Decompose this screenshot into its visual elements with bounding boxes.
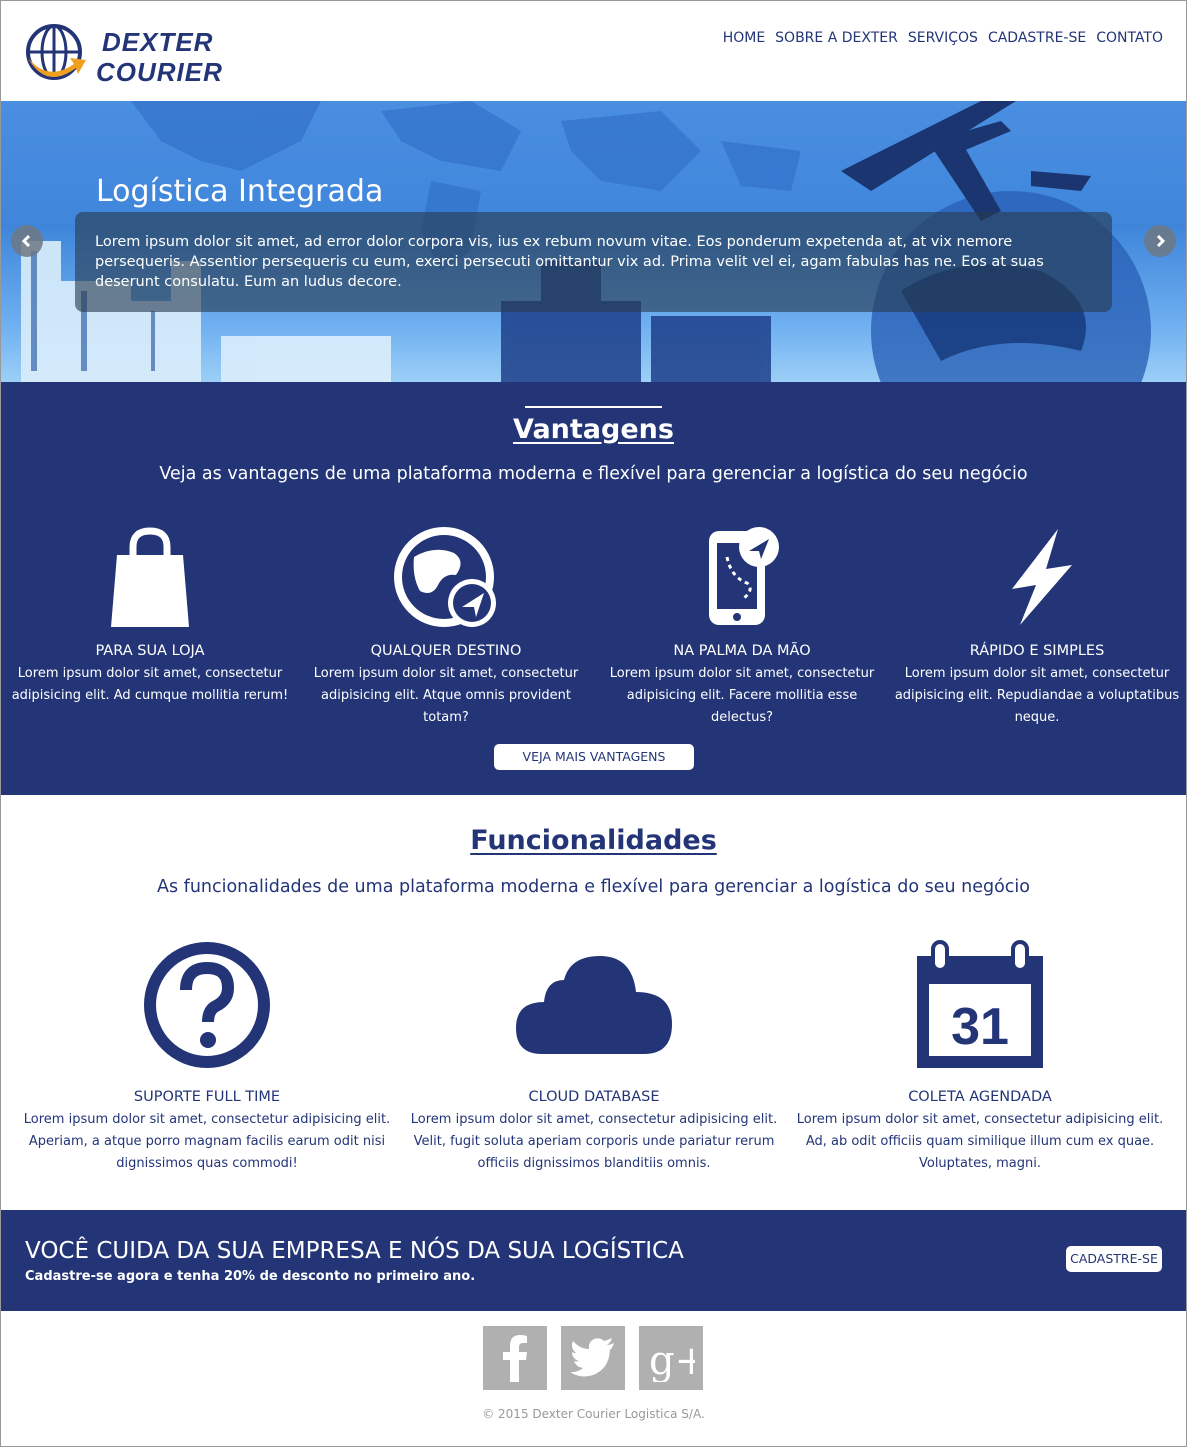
nav-home[interactable]: HOME (723, 28, 765, 48)
vantagens-section: Vantagens Veja as vantagens de uma plata… (1, 382, 1186, 795)
shopping-bag-icon (111, 527, 189, 627)
cta-headline: VOCÊ CUIDA DA SUA EMPRESA E NÓS DA SUA L… (25, 1238, 684, 1264)
calendar-day: 31 (951, 998, 1009, 1056)
google-plus-link[interactable]: g+ (639, 1326, 703, 1390)
veja-mais-vantagens-button[interactable]: VEJA MAIS VANTAGENS (494, 744, 694, 770)
twitter-link[interactable] (561, 1326, 625, 1390)
vantagem-text: Lorem ipsum dolor sit amet, consectetur … (894, 666, 1180, 725)
brand-logo[interactable]: DEXTER COURIER (24, 24, 276, 87)
hero-carousel: Logística Integrada Lorem ipsum dolor si… (1, 101, 1186, 382)
lightning-icon (1012, 529, 1072, 625)
globe-arrow-logo-icon (26, 24, 86, 80)
twitter-icon (571, 1338, 614, 1377)
funcionalidades-section: Funcionalidades As funcionalidades de um… (1, 795, 1186, 1210)
funcionalidade-text: Lorem ipsum dolor sit amet, consectetur … (796, 1112, 1164, 1171)
funcionalidade-item: 31 COLETA AGENDADA Lorem ipsum dolor sit… (795, 940, 1165, 1175)
vantagem-item: RÁPIDO E SIMPLES Lorem ipsum dolor sit a… (892, 527, 1182, 729)
brand-line2: COURIER (96, 57, 223, 87)
hero-caption: Lorem ipsum dolor sit amet, ad error dol… (75, 212, 1112, 312)
funcionalidade-text: Lorem ipsum dolor sit amet, consectetur … (410, 1112, 778, 1171)
nav-cadastre[interactable]: CADASTRE-SE (988, 28, 1086, 48)
svg-text:g+: g+ (649, 1338, 695, 1382)
vantagem-title: QUALQUER DESTINO (370, 643, 522, 659)
phone-route-icon (709, 527, 779, 625)
funcionalidades-title: Funcionalidades (470, 825, 717, 856)
facebook-icon (503, 1335, 527, 1382)
funcionalidades-subtitle: As funcionalidades de uma plataforma mod… (157, 877, 1030, 897)
vantagem-title: RÁPIDO E SIMPLES (969, 643, 1105, 659)
vantagem-title: NA PALMA DA MÃO (673, 643, 811, 659)
question-circle-icon (144, 942, 270, 1068)
vantagens-subtitle: Veja as vantagens de uma plataforma mode… (159, 464, 1028, 484)
nav-contato[interactable]: CONTATO (1096, 28, 1163, 48)
funcionalidade-title: SUPORTE FULL TIME (133, 1089, 281, 1105)
site-footer: g+ © 2015 Dexter Courier Logistica S/A. (1, 1311, 1186, 1446)
vantagens-title: Vantagens (1, 406, 1186, 445)
chevron-right-icon (1156, 234, 1166, 248)
nav-sobre[interactable]: SOBRE A DEXTER (775, 28, 898, 48)
cadastre-se-button[interactable]: CADASTRE-SE (1066, 1246, 1162, 1272)
hero-text: Lorem ipsum dolor sit amet, ad error dol… (95, 234, 1044, 290)
vantagem-text: Lorem ipsum dolor sit amet, consectetur … (609, 666, 875, 725)
globe-navigation-icon (394, 527, 496, 627)
hero-title: Logística Integrada (96, 174, 384, 209)
brand-name: DEXTER COURIER (96, 27, 223, 87)
site-header: DEXTER COURIER HOME SOBRE A DEXTER SERVI… (0, 0, 1187, 101)
cta-banner: VOCÊ CUIDA DA SUA EMPRESA E NÓS DA SUA L… (1, 1210, 1186, 1311)
carousel-prev-button[interactable] (11, 225, 43, 257)
facebook-link[interactable] (483, 1326, 547, 1390)
cloud-icon (516, 956, 672, 1054)
vantagem-item: PARA SUA LOJA Lorem ipsum dolor sit amet… (5, 527, 295, 707)
vantagem-item: NA PALMA DA MÃO Lorem ipsum dolor sit am… (597, 527, 887, 729)
funcionalidade-item: CLOUD DATABASE Lorem ipsum dolor sit ame… (409, 940, 779, 1175)
funcionalidade-title: CLOUD DATABASE (528, 1089, 660, 1105)
funcionalidade-item: SUPORTE FULL TIME Lorem ipsum dolor sit … (22, 940, 392, 1175)
vantagem-text: Lorem ipsum dolor sit amet, consectetur … (11, 666, 289, 703)
calendar-icon: 31 (917, 940, 1043, 1068)
chevron-left-icon (21, 234, 31, 248)
brand-line1: DEXTER (102, 27, 214, 57)
nav-servicos[interactable]: SERVIÇOS (908, 28, 978, 48)
vantagem-item: QUALQUER DESTINO Lorem ipsum dolor sit a… (301, 527, 591, 729)
vantagem-title: PARA SUA LOJA (95, 643, 205, 659)
vantagem-text: Lorem ipsum dolor sit amet, consectetur … (313, 666, 579, 725)
funcionalidade-title: COLETA AGENDADA (908, 1089, 1052, 1105)
funcionalidade-text: Lorem ipsum dolor sit amet, consectetur … (23, 1112, 391, 1171)
google-plus-icon: g+ (649, 1338, 695, 1382)
carousel-next-button[interactable] (1144, 225, 1176, 257)
cta-subtext: Cadastre-se agora e tenha 20% de descont… (25, 1269, 476, 1284)
copyright: © 2015 Dexter Courier Logistica S/A. (482, 1407, 705, 1421)
main-nav: HOME SOBRE A DEXTER SERVIÇOS CADASTRE-SE… (723, 28, 1163, 48)
